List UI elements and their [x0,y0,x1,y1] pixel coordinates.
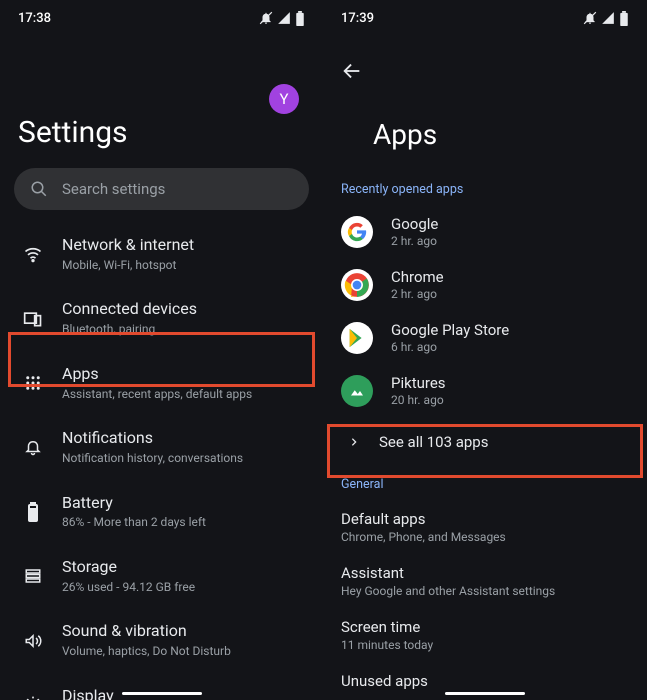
signal-icon [601,11,615,25]
sound-icon [23,632,43,650]
dnd-icon [583,11,597,25]
search-icon [30,180,48,198]
signal-icon [277,11,291,25]
status-time: 17:39 [341,11,374,26]
arrow-back-icon [341,60,363,82]
dnd-icon [259,11,273,25]
bell-icon [24,438,42,456]
section-recent: Recently opened apps [323,182,647,197]
search-placeholder: Search settings [62,180,165,198]
status-bar: 17:39 [323,0,647,36]
chrome-icon [344,272,370,298]
recent-app-chrome[interactable]: Chrome2 hr. ago [323,258,647,311]
battery-icon [619,11,629,26]
search-input[interactable]: Search settings [14,168,309,210]
piktures-icon [348,382,366,400]
see-all-apps-button[interactable]: See all 103 apps [323,417,647,467]
screen-time-row[interactable]: Screen time 11 minutes today [323,608,647,662]
apps-scroll: Recently opened apps Google2 hr. ago Chr… [323,182,647,700]
play-store-icon [346,327,368,349]
screen-apps: 17:39 Apps Recently opened apps Google2 … [323,0,647,700]
setting-sound[interactable]: Sound & vibrationVolume, haptics, Do Not… [0,608,323,672]
page-title: Apps [373,118,437,151]
back-button[interactable] [337,56,367,90]
nav-bar-handle[interactable] [445,692,525,695]
recent-app-playstore[interactable]: Google Play Store6 hr. ago [323,311,647,364]
storage-icon [23,567,43,585]
battery-icon [295,11,305,26]
section-general: General [323,477,647,492]
settings-list: Network & internetMobile, Wi-Fi, hotspot… [0,222,323,700]
page-title: Settings [18,115,128,150]
apps-icon [24,374,42,392]
status-time: 17:38 [18,11,51,26]
setting-storage[interactable]: Storage26% used - 94.12 GB free [0,544,323,608]
screen-settings: 17:38 Y Settings Search settings Network… [0,0,323,700]
setting-battery[interactable]: Battery86% - More than 2 days left [0,480,323,544]
devices-icon [23,309,43,329]
display-icon [23,695,43,700]
setting-display[interactable]: DisplayDark theme, font size, brightness [0,673,323,700]
battery-icon [27,502,39,522]
profile-avatar[interactable]: Y [269,84,299,114]
assistant-row[interactable]: Assistant Hey Google and other Assistant… [323,554,647,608]
status-icons [259,11,305,26]
chevron-right-icon [349,435,359,449]
status-icons [583,11,629,26]
nav-bar-handle[interactable] [122,692,202,695]
status-bar: 17:38 [0,0,323,36]
setting-notifications[interactable]: NotificationsNotification history, conve… [0,415,323,479]
default-apps-row[interactable]: Default apps Chrome, Phone, and Messages [323,500,647,554]
recent-app-piktures[interactable]: Piktures20 hr. ago [323,364,647,417]
setting-connected[interactable]: Connected devicesBluetooth, pairing [0,286,323,350]
setting-network[interactable]: Network & internetMobile, Wi-Fi, hotspot [0,222,323,286]
recent-app-google[interactable]: Google2 hr. ago [323,205,647,258]
wifi-icon [23,244,43,264]
setting-apps[interactable]: AppsAssistant, recent apps, default apps [0,351,323,415]
google-icon [347,222,367,242]
